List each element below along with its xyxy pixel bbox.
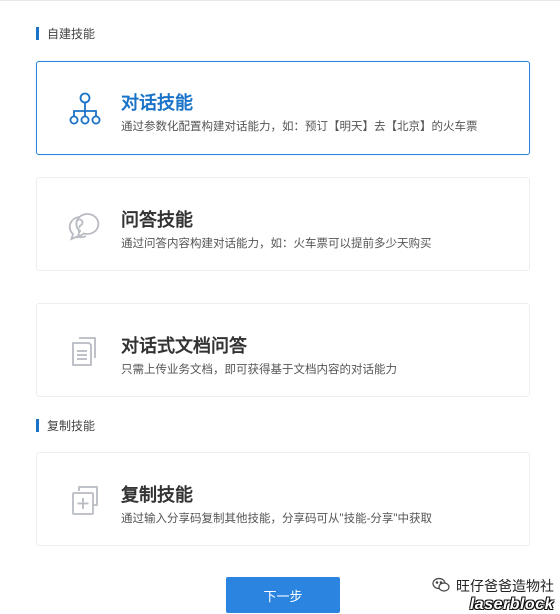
copy-add-icon — [65, 481, 105, 521]
skill-card-copy[interactable]: 复制技能 通过输入分享码复制其他技能，分享码可从"技能-分享"中获取 — [36, 452, 530, 546]
skill-card-qa[interactable]: 问答技能 通过问答内容构建对话能力，如：火车票可以提前多少天购买 — [36, 177, 530, 271]
qa-bubble-icon — [65, 206, 105, 246]
section-accent-bar — [36, 418, 39, 432]
watermark-name: 旺仔爸爸造物社 — [456, 578, 554, 594]
section-title-text: 复制技能 — [47, 418, 96, 433]
skill-card-title: 对话技能 — [121, 93, 193, 113]
section-title-custom: 自建技能 — [36, 26, 96, 41]
section-accent-bar — [36, 26, 39, 40]
wechat-icon — [432, 577, 450, 596]
next-step-button[interactable]: 下一步 — [226, 577, 340, 613]
document-icon — [65, 332, 105, 372]
skill-card-desc: 通过参数化配置构建对话能力，如：预订【明天】去【北京】的火车票 — [121, 121, 478, 133]
watermark: 旺仔爸爸造物社 laserblock — [432, 576, 554, 614]
skill-card-title: 问答技能 — [121, 210, 193, 230]
skill-card-doc-qa[interactable]: 对话式文档问答 只需上传业务文档，即可获得基于文档内容的对话能力 — [36, 303, 530, 397]
section-title-text: 自建技能 — [47, 26, 96, 41]
hierarchy-icon — [65, 89, 105, 129]
skill-card-title: 复制技能 — [121, 485, 193, 505]
skill-card-title: 对话式文档问答 — [121, 336, 247, 356]
skill-card-desc: 通过输入分享码复制其他技能，分享码可从"技能-分享"中获取 — [121, 513, 432, 525]
skill-card-desc: 通过问答内容构建对话能力，如：火车票可以提前多少天购买 — [121, 238, 432, 250]
section-title-copy: 复制技能 — [36, 418, 96, 433]
top-divider — [0, 0, 560, 1]
skill-card-dialog[interactable]: 对话技能 通过参数化配置构建对话能力，如：预订【明天】去【北京】的火车票 — [36, 61, 530, 155]
skill-card-desc: 只需上传业务文档，即可获得基于文档内容的对话能力 — [121, 364, 397, 376]
watermark-brand: laserblock — [469, 596, 554, 613]
